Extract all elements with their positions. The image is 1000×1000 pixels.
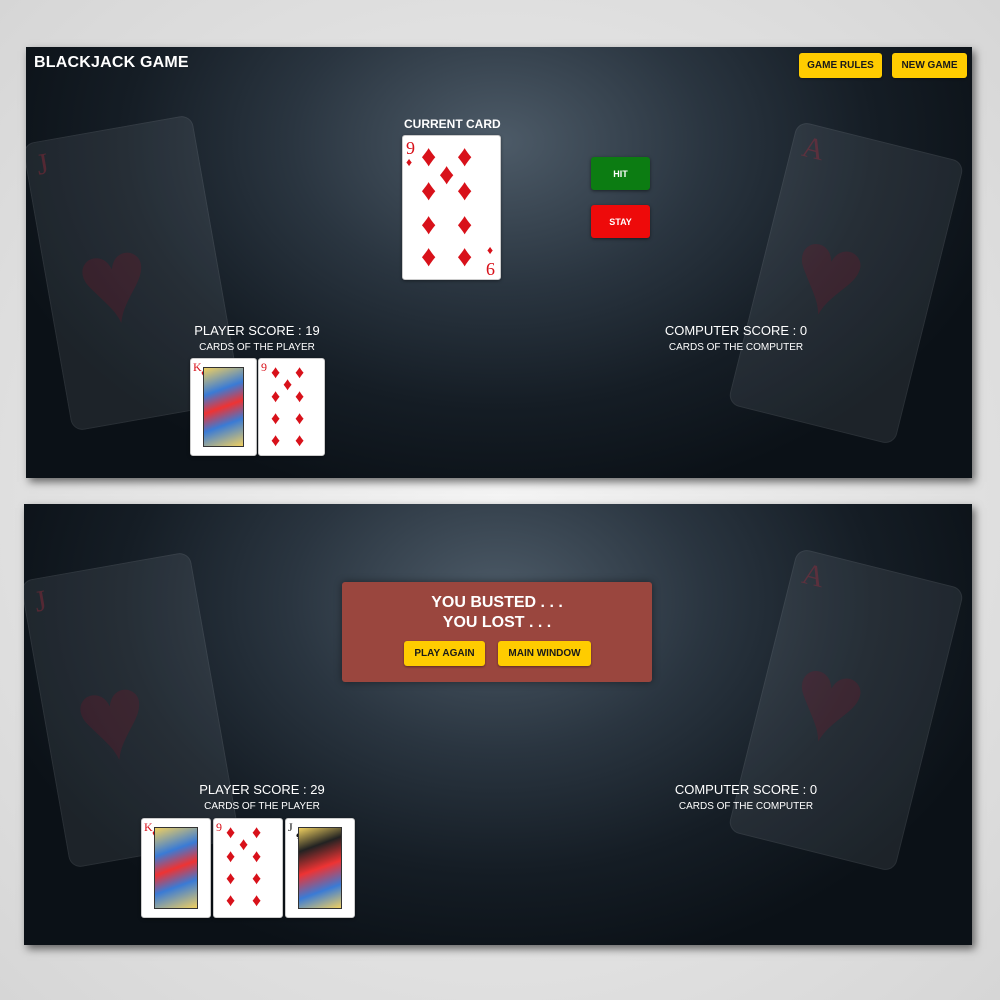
diamond-icon: ♦: [226, 868, 236, 888]
player-score: PLAYER SCORE : 29: [199, 782, 325, 797]
stay-button[interactable]: STAY: [591, 205, 650, 238]
card-rank-bottom: 9: [486, 259, 495, 279]
computer-score: COMPUTER SCORE : 0: [674, 782, 818, 797]
heart-icon: ♥: [777, 199, 880, 348]
background-ace-card: A ♥: [727, 120, 965, 446]
computer-cards-label: CARDS OF THE COMPUTER: [668, 342, 804, 353]
diamond-icon: ♦: [295, 362, 305, 382]
diamond-icon: ♦: [421, 140, 437, 173]
king-face-art: [154, 827, 198, 909]
player-card-jack: J ♠: [285, 818, 355, 918]
diamond-icon: ♦: [271, 362, 281, 382]
diamond-icon: ♦: [421, 208, 437, 241]
player-cards-label: CARDS OF THE PLAYER: [199, 342, 315, 353]
player-cards-label: CARDS OF THE PLAYER: [204, 801, 320, 812]
main-window-button[interactable]: MAIN WINDOW: [498, 641, 591, 666]
background-card-rank: J: [34, 147, 52, 182]
diamond-icon: ♦: [226, 846, 236, 866]
diamond-icon: ♦: [421, 240, 437, 273]
busted-dialog: YOU BUSTED . . . YOU LOST . . . PLAY AGA…: [342, 582, 652, 682]
diamond-icon: ♦: [295, 386, 305, 406]
player-score: PLAYER SCORE : 19: [194, 323, 320, 338]
game-title: BLACKJACK GAME: [34, 54, 189, 71]
diamond-icon: ♦: [226, 890, 236, 910]
diamond-icon: ♦: [487, 243, 494, 257]
king-face-art: [203, 367, 244, 447]
hit-button[interactable]: HIT: [591, 157, 650, 190]
play-again-button[interactable]: PLAY AGAIN: [404, 641, 485, 666]
background-ace-card: A ♥: [727, 547, 965, 873]
diamond-icon: ♦: [457, 174, 473, 207]
diamond-icon: ♦: [271, 386, 281, 406]
diamond-icon: ♦: [226, 822, 236, 842]
diamond-icon: ♦: [252, 846, 262, 866]
diamond-icon: ♦: [239, 834, 249, 854]
diamond-icon: ♦: [295, 408, 305, 428]
diamond-icon: ♦: [271, 430, 281, 450]
card-rank: 9: [216, 820, 222, 834]
jack-face-art: [298, 827, 342, 909]
game-screen-bottom: J ♥ A ♥ YOU BUSTED . . . YOU LOST . . . …: [24, 504, 972, 945]
background-card-rank: A: [798, 129, 828, 168]
diamond-icon: ♦: [457, 140, 473, 173]
diamond-icon: ♦: [252, 822, 262, 842]
lost-message: YOU LOST . . .: [442, 614, 552, 631]
diamond-icon: ♦: [439, 158, 455, 191]
new-game-button[interactable]: NEW GAME: [892, 53, 967, 78]
diamond-icon: ♦: [252, 890, 262, 910]
card-rank: 9: [261, 360, 267, 374]
background-card-rank: A: [798, 556, 828, 595]
current-card: 9 ♦ ♦ ♦ ♦ ♦ ♦ ♦ ♦ ♦ ♦ ♦ 9: [402, 135, 501, 280]
background-card-rank: J: [32, 584, 50, 619]
diamond-icon: ♦: [295, 430, 305, 450]
current-card-label: CURRENT CARD: [404, 117, 501, 131]
diamond-icon: ♦: [252, 868, 262, 888]
diamond-icon: ♦: [271, 408, 281, 428]
computer-cards-label: CARDS OF THE COMPUTER: [678, 801, 814, 812]
computer-score: COMPUTER SCORE : 0: [664, 323, 808, 338]
game-rules-button[interactable]: GAME RULES: [799, 53, 882, 78]
player-card-nine: 9 ♦ ♦ ♦ ♦ ♦ ♦ ♦ ♦ ♦: [258, 358, 325, 456]
player-card-king: K ♥: [190, 358, 257, 456]
diamond-icon: ♦: [421, 174, 437, 207]
diamond-icon: ♦: [406, 155, 413, 169]
player-card-nine: 9 ♦ ♦ ♦ ♦ ♦ ♦ ♦ ♦ ♦: [213, 818, 283, 918]
heart-icon: ♥: [65, 646, 159, 791]
busted-message: YOU BUSTED . . .: [431, 594, 563, 611]
diamond-icon: ♦: [457, 208, 473, 241]
game-screen-top: J ♥ A ♥ BLACKJACK GAME GAME RULES NEW GA…: [26, 47, 972, 478]
player-card-king: K ♥: [141, 818, 211, 918]
diamond-icon: ♦: [283, 374, 293, 394]
card-rank: J: [288, 820, 293, 834]
heart-icon: ♥: [777, 626, 880, 775]
diamond-icon: ♦: [457, 240, 473, 273]
